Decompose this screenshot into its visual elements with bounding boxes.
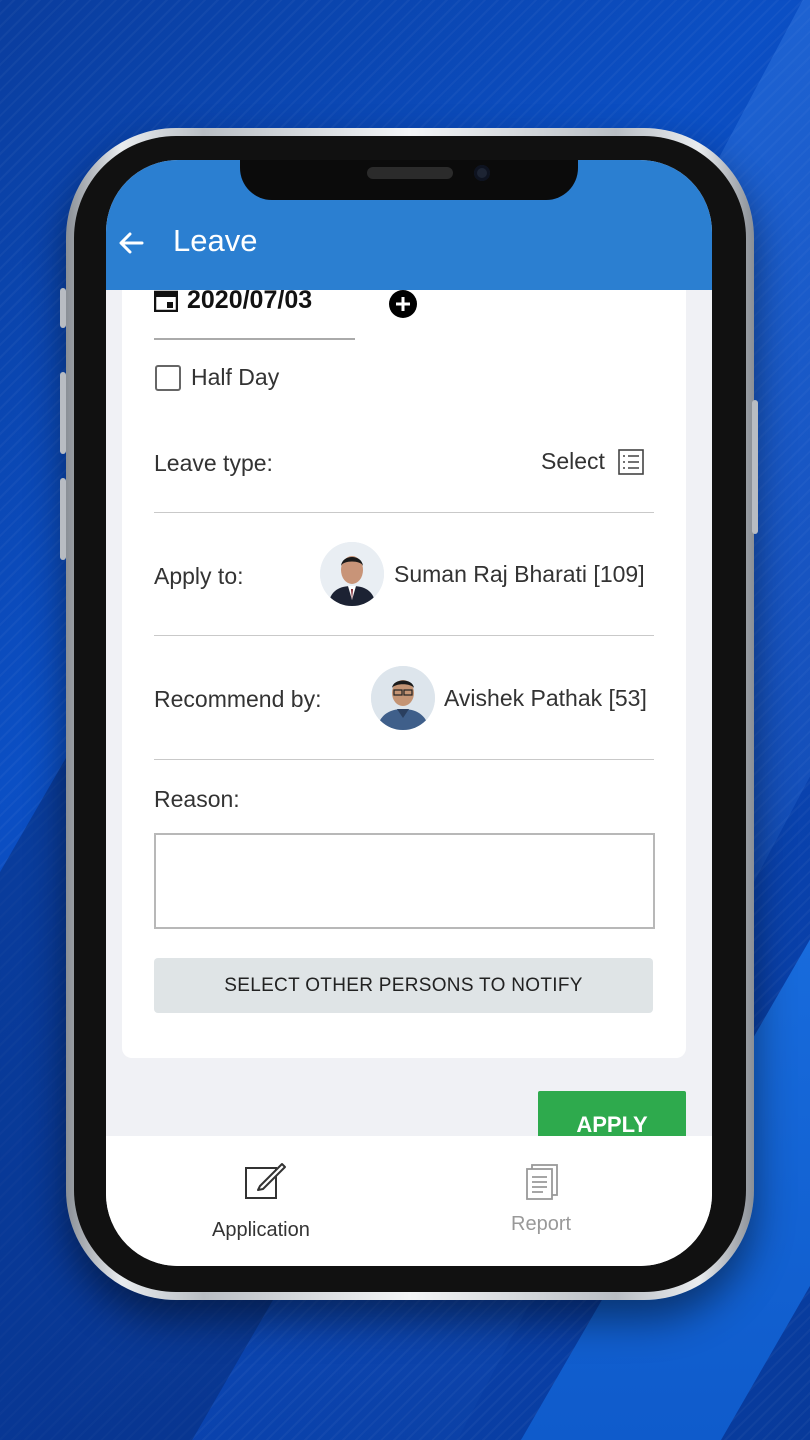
- calendar-icon[interactable]: [154, 290, 178, 312]
- avatar: [320, 542, 384, 606]
- divider: [154, 635, 654, 636]
- person-avatar-icon: [320, 542, 384, 606]
- add-date-icon[interactable]: [388, 289, 418, 319]
- apply-to-person[interactable]: Suman Raj Bharati [109]: [394, 561, 645, 588]
- notch: [240, 160, 578, 200]
- front-camera: [474, 165, 490, 181]
- divider: [154, 512, 654, 513]
- phone-side-button: [60, 288, 66, 328]
- nav-application[interactable]: Application: [212, 1219, 310, 1242]
- recommend-by-label: Recommend by:: [154, 686, 322, 712]
- select-persons-to-notify-button[interactable]: SELECT OTHER PERSONS TO NOTIFY: [154, 958, 653, 1013]
- avatar: [371, 666, 435, 730]
- bottom-navigation: Application Report: [106, 1136, 712, 1266]
- report-icon[interactable]: [526, 1164, 558, 1200]
- back-arrow-icon[interactable]: [116, 228, 146, 258]
- recommend-by-person[interactable]: Avishek Pathak [53]: [444, 685, 647, 712]
- phone-power-button: [752, 400, 758, 534]
- phone-volume-down: [60, 478, 66, 560]
- date-underline: [154, 338, 355, 340]
- apply-to-label: Apply to:: [154, 563, 244, 589]
- reason-label: Reason:: [154, 786, 240, 812]
- list-icon[interactable]: [618, 449, 644, 475]
- half-day-label: Half Day: [191, 364, 280, 390]
- nav-report[interactable]: Report: [511, 1213, 571, 1236]
- half-day-checkbox[interactable]: [155, 365, 181, 391]
- edit-icon[interactable]: [244, 1160, 288, 1200]
- person-avatar-icon: [371, 666, 435, 730]
- page-title: Leave: [173, 223, 258, 258]
- leave-type-select[interactable]: Select: [541, 448, 605, 475]
- reason-input[interactable]: [154, 833, 655, 929]
- speaker: [367, 167, 453, 179]
- leave-type-label: Leave type:: [154, 450, 273, 476]
- phone-screen: Leave 2020/07/03 Half Day Leave type: Se…: [106, 160, 712, 1266]
- divider: [154, 759, 654, 760]
- phone-volume-up: [60, 372, 66, 454]
- leave-date[interactable]: 2020/07/03: [187, 286, 312, 315]
